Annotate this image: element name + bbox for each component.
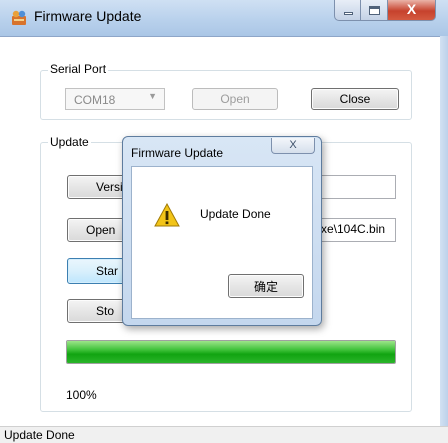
close-icon: X bbox=[289, 139, 297, 151]
window-title: Firmware Update bbox=[34, 8, 142, 24]
minimize-button[interactable] bbox=[334, 0, 361, 21]
file-path-field[interactable]: xe\104C.bin bbox=[316, 218, 396, 242]
progress-bar bbox=[66, 340, 396, 364]
close-icon: X bbox=[406, 1, 417, 17]
status-bar: Update Done bbox=[0, 426, 448, 443]
warning-icon bbox=[154, 203, 180, 227]
maximize-button[interactable] bbox=[361, 0, 388, 21]
progress-percent: 100% bbox=[66, 388, 97, 402]
chevron-down-icon: ▼ bbox=[148, 91, 157, 101]
close-button[interactable]: X bbox=[388, 0, 436, 21]
title-bar[interactable]: Firmware Update X bbox=[0, 0, 448, 36]
minimize-icon bbox=[344, 12, 353, 15]
main-window: Firmware Update X Serial Port COM18 ▼ Op… bbox=[0, 0, 448, 443]
close-port-button[interactable]: Close bbox=[311, 88, 399, 110]
progress-bar-fill bbox=[67, 341, 395, 363]
message-dialog: Firmware Update X Update Done 确定 bbox=[122, 136, 322, 326]
port-select[interactable]: COM18 ▼ bbox=[65, 88, 165, 110]
update-label: Update bbox=[48, 135, 91, 149]
dialog-message: Update Done bbox=[200, 207, 271, 221]
port-select-value: COM18 bbox=[74, 93, 116, 107]
maximize-icon bbox=[369, 6, 380, 15]
dialog-body: Update Done 确定 bbox=[131, 166, 313, 319]
window-frame-right bbox=[440, 36, 448, 426]
ok-button[interactable]: 确定 bbox=[228, 274, 304, 298]
app-icon bbox=[12, 10, 26, 25]
dialog-close-button[interactable]: X bbox=[271, 138, 315, 154]
version-field[interactable] bbox=[316, 175, 396, 199]
status-text: Update Done bbox=[4, 428, 75, 442]
serial-port-label: Serial Port bbox=[48, 62, 109, 76]
open-port-button[interactable]: Open bbox=[192, 88, 278, 110]
dialog-title: Firmware Update bbox=[131, 146, 224, 160]
caption-buttons: X bbox=[334, 0, 436, 21]
